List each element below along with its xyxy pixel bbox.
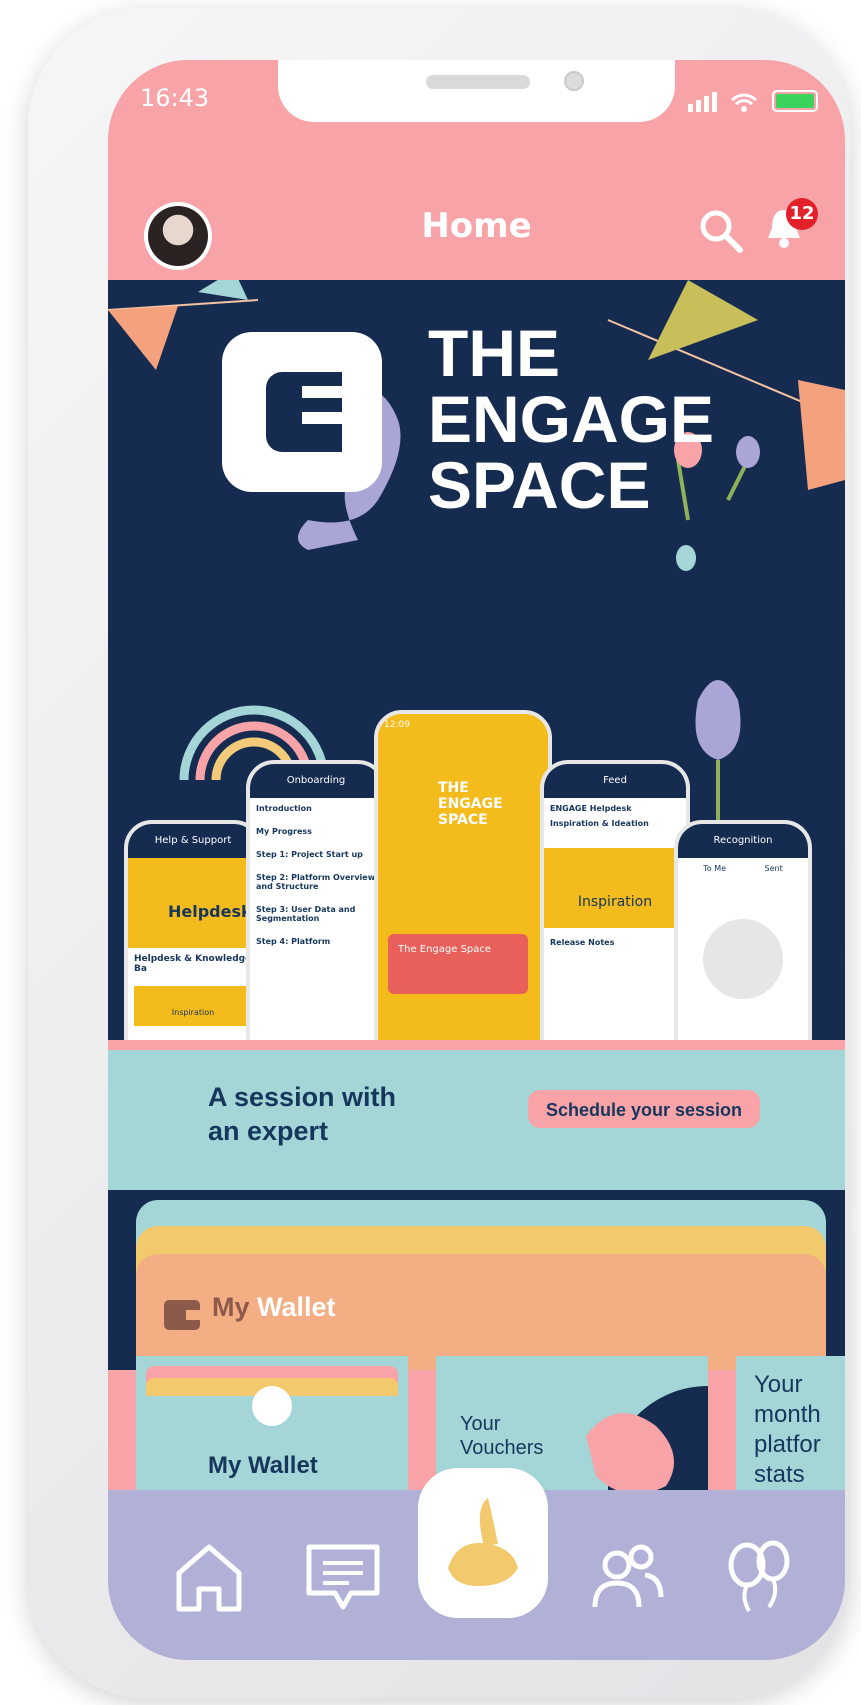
app-header: Home 12 (108, 140, 845, 280)
phone-frame: 16:43 Home 12 THE ENGAGE SPACE Help & Su… (28, 8, 850, 1698)
chat-icon (306, 1544, 380, 1610)
home-icon (176, 1544, 242, 1612)
wallet-tile-icon (252, 1386, 292, 1426)
mockup-recognition: Recognition To Me Sent (674, 820, 812, 1040)
status-time: 16:43 (140, 84, 210, 112)
speaker-grille (426, 75, 530, 89)
hero-title: THE ENGAGE SPACE (428, 316, 715, 522)
bottom-navigation (108, 1468, 845, 1660)
mockup-help-support: Help & Support Helpdesk Helpdesk & Knowl… (124, 820, 262, 1040)
trophy-icon (703, 919, 783, 999)
app-screen: 16:43 Home 12 THE ENGAGE SPACE Help & Su… (108, 60, 845, 1660)
expert-session-banner: A session with an expert Schedule your s… (108, 1050, 845, 1190)
monthly-stats-tile[interactable]: Your month platfor stats (736, 1356, 845, 1510)
mockup-onboarding: Onboarding Introduction My Progress Step… (246, 760, 386, 1040)
rabbit-icon (448, 1498, 518, 1586)
nav-chat[interactable] (298, 1532, 388, 1622)
nav-celebrate[interactable] (714, 1532, 804, 1622)
wallet-heading: My Wallet (212, 1292, 336, 1322)
notification-badge: 12 (786, 198, 818, 230)
signal-wifi-icon (688, 92, 757, 112)
search-icon[interactable] (698, 208, 744, 254)
nav-people[interactable] (582, 1532, 672, 1622)
nav-home[interactable] (164, 1532, 254, 1622)
status-bar: 16:43 (108, 60, 845, 140)
wallet-icon (164, 1300, 200, 1330)
mockup-home: 12:09 THE ENGAGE SPACE The Engage Space (374, 710, 552, 1040)
session-text: A session with an expert (208, 1082, 397, 1146)
engage-logo (222, 332, 382, 492)
battery-icon (772, 90, 818, 112)
balloons-icon (728, 1540, 790, 1612)
mockup-feed: Feed ENGAGE Helpdesk Inspiration & Ideat… (540, 760, 690, 1040)
schedule-session-button[interactable]: Schedule your session (528, 1090, 760, 1128)
front-camera (564, 71, 584, 91)
nav-rabbit-button[interactable] (418, 1468, 548, 1618)
people-icon (592, 1544, 664, 1608)
hero-banner[interactable]: THE ENGAGE SPACE Help & Support Helpdesk… (108, 280, 845, 1040)
notch (278, 60, 675, 122)
my-wallet-tile[interactable]: My Wallet (136, 1356, 408, 1510)
